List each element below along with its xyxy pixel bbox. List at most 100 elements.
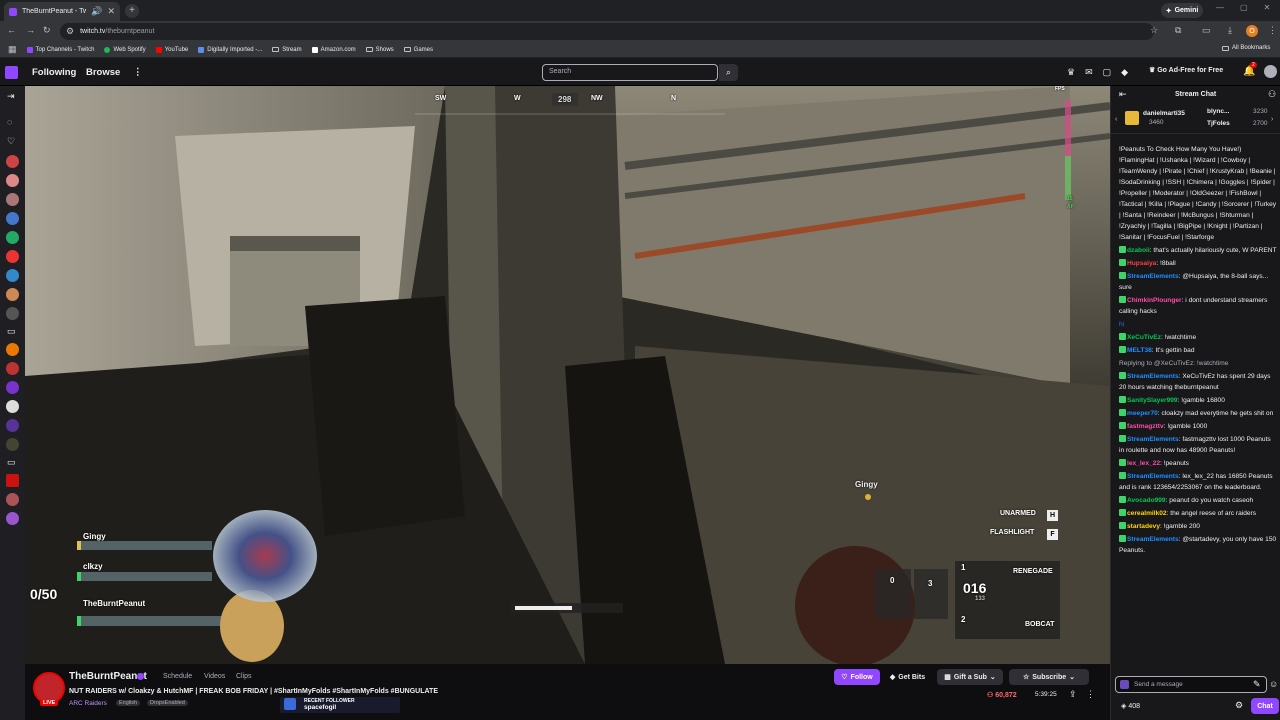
- chat-username[interactable]: XeCuTivEz: [1127, 334, 1161, 341]
- tab-clips[interactable]: Clips: [236, 673, 252, 680]
- tab-schedule[interactable]: Schedule: [163, 673, 192, 680]
- bookmark-item[interactable]: Top Channels - Twitch: [26, 46, 94, 53]
- channel-avatar[interactable]: [6, 231, 19, 244]
- chat-input[interactable]: Send a message: [1115, 676, 1267, 693]
- reload-icon[interactable]: ↻: [43, 26, 51, 35]
- profile-avatar[interactable]: O: [1246, 25, 1258, 37]
- inbox-icon[interactable]: ✉: [1085, 67, 1093, 78]
- menu-dots-icon[interactable]: ⋮: [1268, 26, 1277, 35]
- channel-avatar[interactable]: [6, 438, 19, 451]
- channel-avatar[interactable]: [6, 250, 19, 263]
- channel-avatar[interactable]: [6, 512, 19, 525]
- user-avatar[interactable]: [1264, 65, 1277, 78]
- cast-icon[interactable]: ▭: [1202, 26, 1211, 35]
- browser-tab[interactable]: TheBurntPeanut - Twitch 🔊 ✕: [4, 2, 120, 21]
- back-icon[interactable]: ←: [7, 26, 16, 35]
- chat-username[interactable]: startadevy: [1127, 523, 1160, 530]
- channel-avatar[interactable]: [6, 474, 19, 487]
- new-tab-button[interactable]: +: [125, 4, 139, 18]
- search-input[interactable]: Search: [542, 64, 718, 81]
- settings-gear-icon[interactable]: ⚙: [1235, 701, 1243, 710]
- chat-username[interactable]: dzaboii: [1127, 247, 1150, 254]
- close-window-icon[interactable]: ✕: [1264, 3, 1271, 12]
- close-tab-icon[interactable]: ✕: [107, 7, 115, 16]
- gift-sub-button[interactable]: ▦ Gift a Sub ⌄: [937, 669, 1003, 685]
- chat-username[interactable]: SanitySlayer999: [1127, 397, 1178, 404]
- bookmark-folder[interactable]: Shows: [365, 47, 394, 53]
- crown-icon[interactable]: ♛: [1067, 67, 1075, 78]
- restore-icon[interactable]: ▢: [1240, 3, 1248, 12]
- speaker-icon[interactable]: 🔊: [91, 7, 102, 16]
- bookmark-item[interactable]: Digitally Imported -...: [198, 46, 262, 53]
- bookmark-star-icon[interactable]: ☆: [1150, 26, 1158, 35]
- share-icon[interactable]: ⇪: [1069, 690, 1077, 699]
- video-player[interactable]: SW W 298 NW N FPS 15 AP Gingy clkzy TheB…: [25, 86, 1110, 664]
- all-bookmarks[interactable]: All Bookmarks: [1222, 45, 1270, 51]
- get-bits-button[interactable]: ◆ Get Bits: [885, 669, 930, 685]
- chat-username[interactable]: StreamElements: [1127, 473, 1179, 480]
- chat-username[interactable]: MELT38: [1127, 347, 1152, 354]
- chat-username[interactable]: lex_lex_22: [1127, 460, 1160, 467]
- channel-points[interactable]: ◈ 408: [1121, 702, 1140, 710]
- channel-avatar[interactable]: [6, 212, 19, 225]
- address-bar[interactable]: ⚙ twitch.tv/theburntpeanut: [60, 23, 1154, 40]
- tab-videos[interactable]: Videos: [204, 673, 225, 680]
- channel-avatar[interactable]: [6, 362, 19, 375]
- follow-button[interactable]: ♡ Follow: [834, 669, 880, 685]
- expand-rail-icon[interactable]: ⇥: [7, 92, 15, 101]
- chevron-right-icon[interactable]: ›: [1271, 116, 1273, 123]
- channel-avatar[interactable]: [6, 269, 19, 282]
- channel-avatar[interactable]: [6, 419, 19, 432]
- nav-following[interactable]: Following: [32, 67, 76, 78]
- bookmark-item[interactable]: Amazon.com: [311, 46, 356, 53]
- nav-browse[interactable]: Browse: [86, 67, 120, 78]
- channel-avatar[interactable]: [6, 381, 19, 394]
- channel-avatar[interactable]: [6, 493, 19, 506]
- tag-language[interactable]: English: [116, 700, 141, 706]
- ad-free-button[interactable]: ♛ Go Ad-Free for Free: [1149, 66, 1223, 74]
- bits-icon[interactable]: ◆: [1121, 67, 1128, 78]
- chevron-left-icon[interactable]: ‹: [1115, 116, 1117, 123]
- gemini-button[interactable]: ✦ Gemini: [1161, 3, 1203, 18]
- bookmark-folder[interactable]: Games: [403, 47, 433, 53]
- channel-name[interactable]: TheBurntPeanut: [69, 671, 147, 682]
- nav-more-icon[interactable]: ⋮: [133, 67, 143, 78]
- chat-username[interactable]: ChimkinPlounger: [1127, 297, 1182, 304]
- site-info-icon[interactable]: ⚙: [66, 27, 74, 36]
- minimize-icon[interactable]: —: [1216, 3, 1224, 12]
- chat-username[interactable]: fastmagzttv: [1127, 423, 1164, 430]
- channel-avatar[interactable]: [6, 193, 19, 206]
- emote-picker-icon[interactable]: [1120, 680, 1129, 689]
- chat-username[interactable]: meeper70: [1127, 410, 1158, 417]
- bookmark-item[interactable]: Web Spotify: [104, 46, 146, 53]
- twitch-logo-icon[interactable]: [5, 66, 18, 79]
- subscribe-button[interactable]: ☆ Subscribe ⌄: [1009, 669, 1089, 685]
- chat-username[interactable]: StreamElements: [1127, 373, 1179, 380]
- chat-username[interactable]: StreamElements: [1127, 273, 1179, 280]
- chat-username[interactable]: Avocado999: [1127, 497, 1166, 504]
- bookmark-item[interactable]: YouTube: [155, 46, 188, 53]
- chat-username[interactable]: StreamElements: [1127, 436, 1179, 443]
- whispers-icon[interactable]: ▢: [1103, 67, 1112, 78]
- notifications-icon[interactable]: 🔔: [1243, 67, 1255, 77]
- channel-avatar[interactable]: [6, 400, 19, 413]
- chat-username[interactable]: StreamElements: [1127, 536, 1179, 543]
- search-icon[interactable]: ⌕: [719, 64, 738, 81]
- more-options-icon[interactable]: ⋮: [1086, 690, 1095, 699]
- channel-avatar[interactable]: [6, 174, 19, 187]
- channel-avatar[interactable]: [6, 343, 19, 356]
- chat-username[interactable]: Hupsaiya: [1127, 260, 1156, 267]
- chat-send-button[interactable]: Chat: [1251, 698, 1279, 714]
- channel-avatar[interactable]: [6, 155, 19, 168]
- downloads-icon[interactable]: ⤓: [1228, 26, 1232, 35]
- channel-avatar[interactable]: [6, 288, 19, 301]
- chat-username[interactable]: cerealmilk02: [1127, 510, 1167, 517]
- stream-category[interactable]: ARC Raiders: [69, 700, 107, 707]
- extension-icon[interactable]: ⧉: [1175, 26, 1181, 35]
- tag-drops[interactable]: DropsEnabled: [147, 700, 188, 706]
- emoji-icon[interactable]: ☺: [1269, 680, 1278, 689]
- collapse-chat-icon[interactable]: ⇤: [1119, 90, 1127, 99]
- apps-grid-icon[interactable]: ▦: [8, 45, 17, 54]
- channel-avatar[interactable]: [6, 307, 19, 320]
- bookmark-folder[interactable]: Stream: [272, 47, 302, 53]
